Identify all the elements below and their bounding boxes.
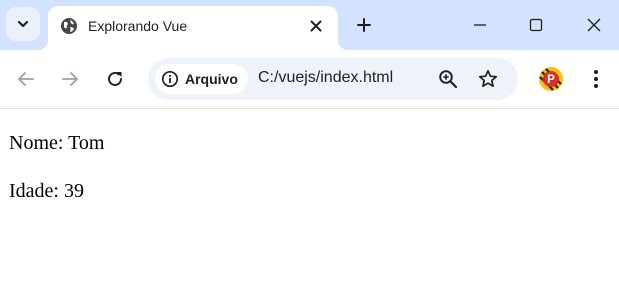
globe-icon [61, 18, 77, 34]
plus-icon [357, 18, 371, 32]
browser-toolbar: Arquivo C:/vuejs/index.html P [0, 50, 619, 109]
maximize-icon [529, 18, 543, 32]
window-close-button[interactable] [579, 10, 609, 40]
tab-strip: Explorando Vue [0, 0, 619, 50]
kebab-menu-icon [594, 70, 598, 88]
zoom-button[interactable] [436, 67, 460, 91]
new-tab-button[interactable] [352, 13, 376, 37]
address-bar[interactable]: Arquivo C:/vuejs/index.html [148, 58, 518, 100]
active-tab[interactable]: Explorando Vue [48, 6, 338, 50]
arrow-right-icon [62, 72, 78, 86]
arrow-left-icon [18, 72, 34, 86]
reload-icon [108, 72, 122, 86]
star-icon [478, 69, 498, 88]
age-line: Idade: 39 [9, 180, 84, 202]
url-text[interactable]: C:/vuejs/index.html [258, 69, 393, 87]
forward-button[interactable] [57, 66, 83, 92]
name-line: Nome: Tom [9, 132, 105, 154]
chevron-down-icon [17, 20, 29, 28]
minimize-icon [474, 24, 486, 26]
close-icon [587, 18, 601, 32]
tab-title: Explorando Vue [88, 18, 188, 34]
bookmark-button[interactable] [476, 67, 500, 91]
page-content: Nome: Tom Idade: 39 [0, 109, 619, 290]
tab-close-button[interactable] [306, 16, 326, 36]
security-chip-label: Arquivo [185, 71, 238, 87]
reload-button[interactable] [102, 66, 128, 92]
zoom-in-icon [439, 70, 458, 89]
back-button[interactable] [13, 66, 39, 92]
profile-initial: P [547, 74, 555, 86]
browser-menu-button[interactable] [586, 67, 606, 91]
info-icon [161, 70, 179, 88]
site-info-chip[interactable]: Arquivo [155, 64, 248, 94]
tab-search-button[interactable] [6, 7, 40, 41]
close-icon [310, 20, 322, 32]
profile-avatar[interactable]: P [538, 66, 564, 92]
maximize-button[interactable] [521, 10, 551, 40]
minimize-button[interactable] [465, 10, 495, 40]
